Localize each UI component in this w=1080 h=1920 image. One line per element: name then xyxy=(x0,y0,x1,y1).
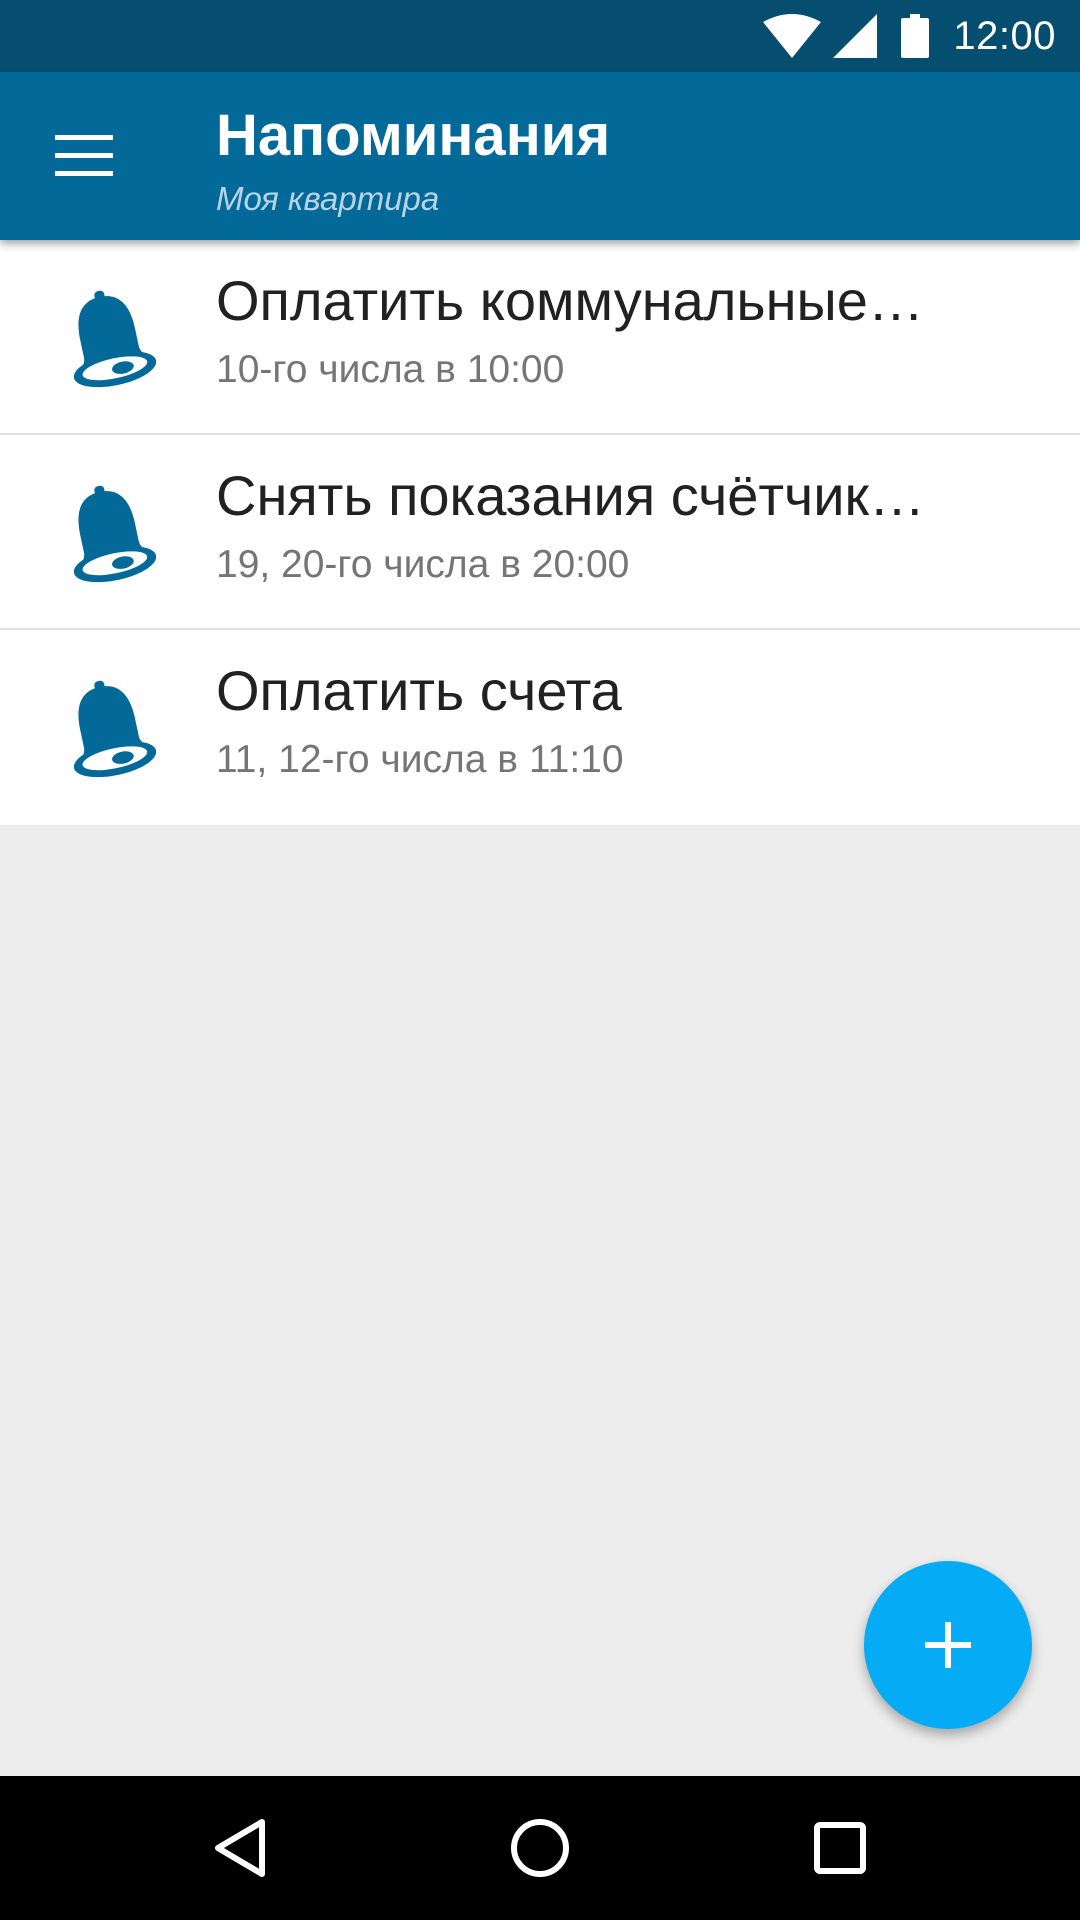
reminder-title: Снять показания счётчик… xyxy=(216,464,925,527)
home-icon xyxy=(511,1819,569,1877)
battery-icon xyxy=(901,14,930,58)
hamburger-menu-icon xyxy=(55,135,113,176)
status-bar: 12:00 xyxy=(0,0,1080,72)
menu-button[interactable] xyxy=(40,112,128,200)
home-button[interactable] xyxy=(490,1798,590,1898)
reminder-schedule: 10-го числа в 10:00 xyxy=(216,348,565,391)
reminder-item[interactable]: Оплатить счета 11, 12-го числа в 11:10 xyxy=(0,630,1080,825)
app-bar: Напоминания Моя квартира xyxy=(0,72,1080,240)
reminder-schedule: 11, 12-го числа в 11:10 xyxy=(216,738,624,781)
reminder-item[interactable]: Оплатить коммунальные… 10-го числа в 10:… xyxy=(0,240,1080,435)
navigation-bar xyxy=(0,1776,1080,1920)
reminder-list: Оплатить коммунальные… 10-го числа в 10:… xyxy=(0,240,1080,825)
signal-icon xyxy=(833,14,878,58)
bell-icon xyxy=(73,680,156,778)
reminder-title: Оплатить счета xyxy=(216,659,622,722)
wifi-icon xyxy=(763,14,822,58)
recent-apps-icon xyxy=(814,1822,866,1874)
plus-icon xyxy=(925,1622,971,1668)
reminder-item[interactable]: Снять показания счётчик… 19, 20-го числа… xyxy=(0,435,1080,630)
back-icon xyxy=(215,1819,265,1877)
add-reminder-button[interactable] xyxy=(864,1561,1032,1729)
status-time: 12:00 xyxy=(953,13,1056,58)
recent-apps-button[interactable] xyxy=(790,1798,890,1898)
reminder-schedule: 19, 20-го числа в 20:00 xyxy=(216,543,630,586)
status-icons: 12:00 xyxy=(763,0,1056,72)
page-title: Напоминания xyxy=(216,103,611,168)
reminder-title: Оплатить коммунальные… xyxy=(216,269,924,332)
bell-icon xyxy=(73,290,156,388)
bell-icon xyxy=(73,485,156,583)
page-subtitle: Моя квартира xyxy=(216,180,440,217)
back-button[interactable] xyxy=(190,1798,290,1898)
